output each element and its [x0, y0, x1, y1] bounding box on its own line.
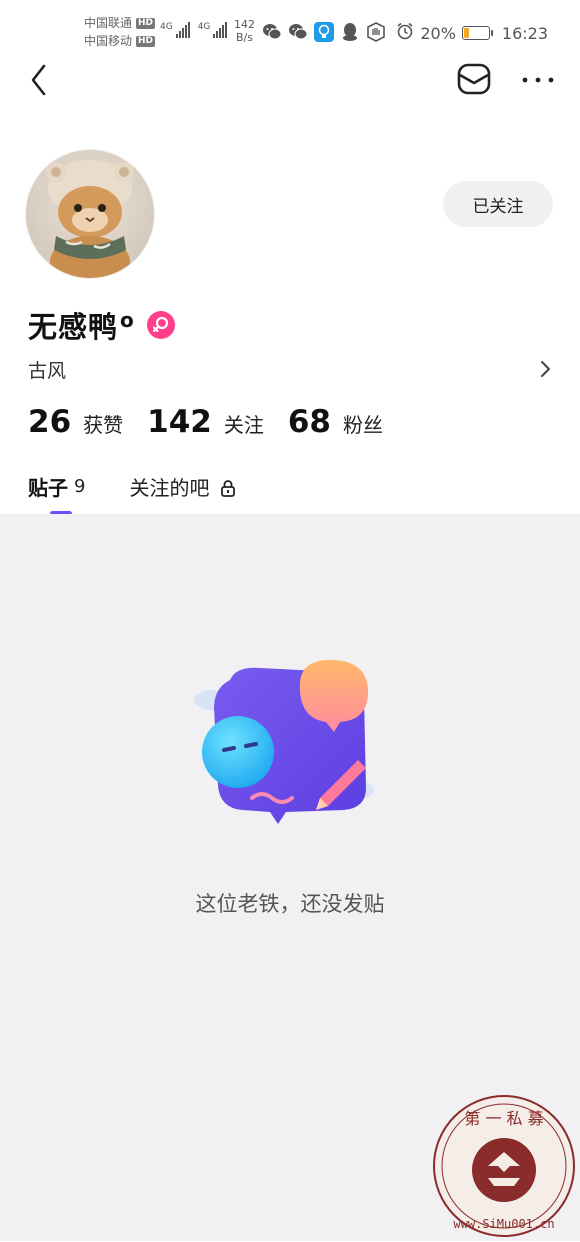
wechat-icon: [288, 22, 308, 42]
network-type: 4G: [197, 22, 211, 32]
top-nav: [0, 56, 580, 100]
stat-number: 142: [147, 404, 212, 440]
speed-unit: B/s: [236, 31, 253, 44]
stat-label: 获赞: [83, 413, 124, 437]
hd-badge: HD: [136, 17, 156, 29]
tab-posts[interactable]: 贴子 9: [28, 472, 86, 516]
signal-indicators: 4G 4G: [160, 22, 228, 38]
status-bar: 中国联通 HD 中国移动 HD 4G 4G 142 B/s 20% 16:23: [0, 0, 580, 60]
avatar[interactable]: [26, 150, 154, 278]
network-type: 4G: [160, 22, 173, 32]
status-right: 20% 16:23: [396, 22, 548, 44]
empty-state-illustration: [190, 658, 390, 838]
empty-state-text: 这位老铁，还没发贴: [195, 892, 385, 916]
bulb-app-icon: [314, 22, 334, 42]
back-icon[interactable]: [28, 60, 52, 96]
tab-count: 9: [74, 476, 86, 497]
hand-app-icon: [366, 22, 386, 42]
stat-label: 关注: [223, 413, 264, 437]
battery-percent: 20%: [420, 23, 456, 43]
stat-number: 68: [287, 404, 331, 440]
watermark-url: www.SiMu001.cn: [453, 1217, 554, 1231]
female-icon: [146, 311, 175, 339]
username: 无感鸭: [28, 310, 119, 344]
carrier-2: 中国移动: [84, 34, 133, 48]
signal-icon: 4G: [160, 22, 190, 38]
hd-badge: HD: [136, 35, 156, 47]
chevron-right-icon: [536, 357, 554, 381]
profile-stats: 26 获赞 142 关注 68 粉丝: [28, 404, 407, 440]
watermark-title: 第 一 私 募: [464, 1109, 543, 1128]
stat-following[interactable]: 142 关注: [147, 404, 264, 440]
stat-likes[interactable]: 26 获赞: [28, 404, 123, 440]
signal-icon: 4G: [198, 22, 228, 38]
alarm-icon: [396, 22, 414, 44]
bio-text: 古风: [28, 359, 67, 382]
qq-icon: [340, 22, 360, 42]
following-button[interactable]: 已关注: [443, 181, 553, 227]
carrier-1: 中国联通: [84, 16, 133, 30]
bio-row[interactable]: 古风: [28, 352, 554, 386]
stat-fans[interactable]: 68 粉丝: [288, 404, 383, 440]
lock-icon: [219, 478, 237, 497]
username-suffix: o: [120, 308, 135, 332]
speed-value: 142: [234, 18, 255, 31]
wechat-icon: [262, 22, 282, 42]
profile-tabs: 贴子 9 关注的吧: [28, 472, 237, 516]
mail-icon[interactable]: [456, 60, 492, 96]
network-speed: 142 B/s: [234, 18, 255, 44]
tab-followed-bars[interactable]: 关注的吧: [129, 472, 237, 501]
tab-label: 贴子: [28, 476, 68, 500]
battery-icon: [461, 26, 493, 40]
notification-icons: [262, 22, 386, 42]
tab-label: 关注的吧: [129, 476, 210, 500]
clock: 16:23: [501, 23, 548, 43]
watermark-logo: 第 一 私 募 www.SiMu001.cn: [432, 1094, 576, 1238]
more-icon[interactable]: [518, 60, 558, 96]
stat-number: 26: [28, 404, 72, 440]
carrier-info: 中国联通 HD 中国移动 HD: [84, 14, 156, 50]
username-row: 无感鸭 o: [28, 304, 175, 346]
stat-label: 粉丝: [343, 413, 383, 437]
